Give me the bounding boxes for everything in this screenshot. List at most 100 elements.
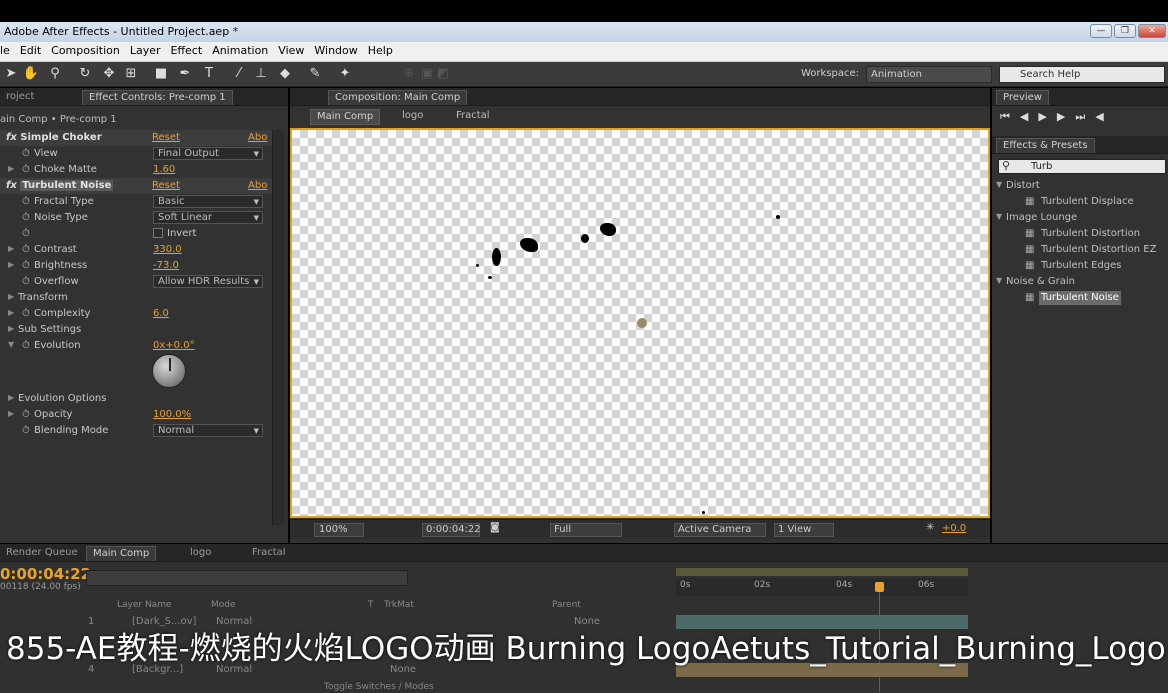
composition-viewer[interactable] <box>292 130 988 516</box>
stopwatch-icon[interactable]: ⏱ <box>22 228 30 239</box>
rectangle-tool-icon[interactable]: ■ <box>152 65 170 83</box>
stopwatch-icon[interactable]: ⏱ <box>22 409 30 420</box>
menu-edit[interactable]: Edit <box>15 42 46 57</box>
effect-simple-choker[interactable]: fx Simple Choker Reset Abo <box>0 130 282 146</box>
nav-logo[interactable]: logo <box>402 110 423 121</box>
view-dropdown[interactable]: Final Output <box>153 147 263 160</box>
overflow-dropdown[interactable]: Allow HDR Results <box>153 275 263 288</box>
tab-project[interactable]: roject <box>0 90 40 105</box>
tab-main-comp[interactable]: Main Comp <box>86 546 157 561</box>
twirl-icon[interactable]: ▶ <box>8 244 14 253</box>
menu-composition[interactable]: Composition <box>46 42 125 57</box>
stopwatch-icon[interactable]: ⏱ <box>22 196 30 207</box>
twirl-icon[interactable]: ▶ <box>8 324 14 333</box>
eraser-tool-icon[interactable]: ◆ <box>276 65 294 83</box>
menu-layer[interactable]: Layer <box>125 42 166 57</box>
tab-logo[interactable]: logo <box>184 546 217 561</box>
search-help-input[interactable]: Search Help <box>999 66 1165 83</box>
reset-link[interactable]: Reset <box>152 132 180 143</box>
twirl-icon[interactable]: ▶ <box>8 308 14 317</box>
work-area-bar[interactable] <box>676 568 968 576</box>
about-link[interactable]: Abo <box>248 132 267 143</box>
twirl-icon[interactable]: ▶ <box>8 393 14 402</box>
last-frame-icon[interactable]: ⏭ <box>1075 110 1095 123</box>
tree-item-turbulent-displace[interactable]: ▦ Turbulent Displace <box>992 195 1168 211</box>
next-frame-icon[interactable]: ▶ <box>1057 110 1075 123</box>
group-transform[interactable]: ▶ Transform <box>0 290 282 306</box>
scrollbar[interactable] <box>272 130 284 525</box>
exposure-icon[interactable]: ✳ <box>926 522 934 533</box>
menu-animation[interactable]: Animation <box>207 42 273 57</box>
zoom-dropdown[interactable]: 100% <box>314 523 364 537</box>
timecode-display[interactable]: 0:00:04:22 <box>422 523 481 537</box>
about-link[interactable]: Abo <box>248 180 267 191</box>
effects-search-input[interactable]: Turb <box>998 159 1166 174</box>
tree-item-turbulent-edges[interactable]: ▦ Turbulent Edges <box>992 259 1168 275</box>
fractal-type-dropdown[interactable]: Basic <box>153 195 263 208</box>
pan-behind-tool-icon[interactable]: ⊞ <box>122 65 140 83</box>
twirl-icon[interactable]: ▶ <box>8 260 14 269</box>
play-icon[interactable]: ▶ <box>1038 110 1056 123</box>
complexity-value[interactable]: 6.0 <box>153 308 169 319</box>
maximize-button[interactable]: ❐ <box>1114 24 1136 38</box>
menu-effect[interactable]: Effect <box>166 42 208 57</box>
first-frame-icon[interactable]: ⏮ <box>1000 110 1020 123</box>
menu-file[interactable]: le <box>0 42 15 57</box>
rotate-tool-icon[interactable]: ↻ <box>76 65 94 83</box>
zoom-tool-icon[interactable]: ⚲ <box>46 65 64 83</box>
close-button[interactable]: ✕ <box>1138 24 1166 38</box>
minimize-button[interactable]: — <box>1090 24 1112 38</box>
exposure-value[interactable]: +0.0 <box>942 523 966 534</box>
tab-effects-presets[interactable]: Effects & Presets <box>996 138 1095 153</box>
resolution-dropdown[interactable]: Full <box>550 523 622 537</box>
opacity-value[interactable]: 100.0% <box>153 409 191 420</box>
puppet-tool-icon[interactable]: ✦ <box>336 65 354 83</box>
tab-effect-controls[interactable]: Effect Controls: Pre-comp 1 <box>82 90 233 105</box>
tree-item-turbulent-noise[interactable]: ▦ Turbulent Noise <box>992 291 1168 307</box>
stopwatch-icon[interactable]: ⏱ <box>22 148 30 159</box>
twirl-icon[interactable]: ▶ <box>8 409 14 418</box>
stopwatch-icon[interactable]: ⏱ <box>22 260 30 271</box>
tab-fractal[interactable]: Fractal <box>246 546 292 561</box>
stopwatch-icon[interactable]: ⏱ <box>22 425 30 436</box>
twirl-icon[interactable]: ▶ <box>8 292 14 301</box>
brush-tool-icon[interactable]: ⁄ <box>230 65 248 83</box>
roto-brush-tool-icon[interactable]: ✎ <box>306 65 324 83</box>
menu-help[interactable]: Help <box>363 42 398 57</box>
stopwatch-icon[interactable]: ⏱ <box>22 244 30 255</box>
evolution-value[interactable]: 0x+0.0° <box>153 340 195 351</box>
blending-mode-dropdown[interactable]: Normal <box>153 424 263 437</box>
stopwatch-icon[interactable]: ⏱ <box>22 276 30 287</box>
noise-type-dropdown[interactable]: Soft Linear <box>153 211 263 224</box>
tree-category-image-lounge[interactable]: ▼ Image Lounge <box>992 211 1168 227</box>
stopwatch-icon[interactable]: ⏱ <box>22 340 30 351</box>
brightness-value[interactable]: -73.0 <box>153 260 179 271</box>
type-tool-icon[interactable]: T <box>200 65 218 83</box>
twirl-open-icon[interactable]: ▼ <box>8 340 14 349</box>
group-sub-settings[interactable]: ▶ Sub Settings <box>0 322 282 338</box>
group-evolution-options[interactable]: ▶ Evolution Options <box>0 391 282 407</box>
camera-dropdown[interactable]: Active Camera <box>674 523 766 537</box>
tab-preview[interactable]: Preview <box>996 90 1049 105</box>
pen-tool-icon[interactable]: ✒ <box>176 65 194 83</box>
tree-category-distort[interactable]: ▼ Distort <box>992 179 1168 195</box>
timeline-search-input[interactable] <box>86 570 408 586</box>
contrast-value[interactable]: 330.0 <box>153 244 182 255</box>
invert-checkbox[interactable] <box>153 228 163 238</box>
reset-link[interactable]: Reset <box>152 180 180 191</box>
timeline-timecode[interactable]: 0:00:04:22 <box>0 565 91 583</box>
views-dropdown[interactable]: 1 View <box>774 523 834 537</box>
time-ruler[interactable]: 0s 02s 04s 06s <box>676 578 968 596</box>
evolution-angle-dial[interactable] <box>152 354 186 388</box>
prev-frame-icon[interactable]: ◀ <box>1020 110 1038 123</box>
selection-tool-icon[interactable]: ➤ <box>2 65 20 83</box>
snapshot-icon[interactable]: ◙ <box>490 522 500 533</box>
stopwatch-icon[interactable]: ⏱ <box>22 308 30 319</box>
tab-render-queue[interactable]: Render Queue <box>0 546 84 561</box>
twirl-icon[interactable]: ▶ <box>8 164 14 173</box>
camera-tool-icon[interactable]: ✥ <box>100 65 118 83</box>
nav-fractal[interactable]: Fractal <box>456 110 490 121</box>
stopwatch-icon[interactable]: ⏱ <box>22 212 30 223</box>
hand-tool-icon[interactable]: ✋ <box>22 65 40 83</box>
nav-main-comp[interactable]: Main Comp <box>310 109 381 125</box>
